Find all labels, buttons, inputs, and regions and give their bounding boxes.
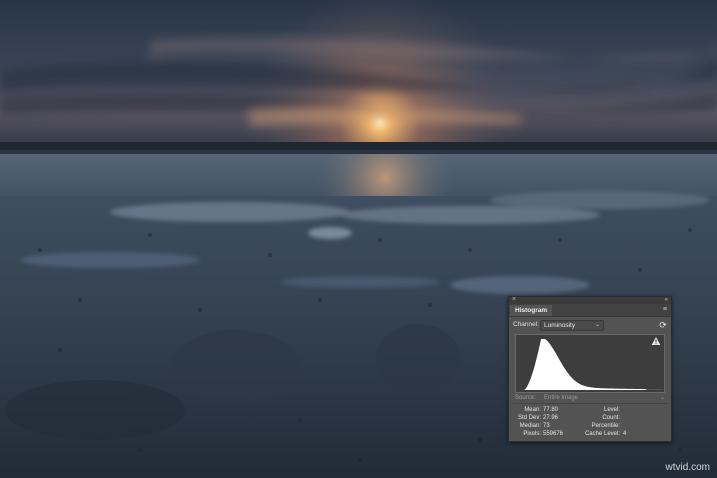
histogram-panel: × « Histogram ≡ Channel: Luminosity ⌄ ⟳ …	[508, 296, 672, 442]
stat-label: Median:	[519, 423, 541, 429]
channel-label: Channel:	[513, 321, 540, 328]
histogram-graph	[515, 334, 665, 393]
source-row: Source: Entire Image ⌄	[513, 395, 667, 403]
tab-histogram[interactable]: Histogram	[510, 305, 553, 316]
stat-label: Level:	[603, 407, 620, 413]
refresh-icon[interactable]: ⟳	[658, 320, 668, 330]
stat-value: 27.96	[543, 415, 559, 421]
source-label: Source:	[515, 395, 536, 401]
chevron-down-icon: ⌄	[594, 322, 600, 328]
stat-label: Std Dev:	[517, 415, 541, 421]
histogram-plot	[517, 339, 663, 390]
channel-select[interactable]: Luminosity ⌄	[540, 320, 604, 331]
divider	[513, 403, 667, 404]
stat-value: 559676	[543, 431, 564, 437]
stat-value: 73	[543, 423, 550, 429]
stat-value: 4	[623, 431, 627, 437]
histogram-shape	[517, 339, 663, 390]
stat-label: Count:	[602, 415, 620, 421]
channel-row: Channel: Luminosity ⌄ ⟳	[509, 318, 671, 332]
stat-label: Mean:	[524, 407, 541, 413]
chevron-down-icon[interactable]: ⌄	[660, 394, 665, 401]
watermark: wtvid.com	[665, 462, 710, 473]
channel-value: Luminosity	[544, 322, 576, 329]
panel-tab-row: Histogram ≡	[509, 304, 671, 317]
stat-label: Pixels:	[523, 431, 541, 437]
panel-titlebar[interactable]: × «	[509, 296, 671, 304]
source-value[interactable]: Entire Image	[544, 395, 578, 401]
menu-icon[interactable]: ≡	[663, 305, 667, 315]
stat-value: 77.80	[543, 407, 559, 413]
stat-label: Percentile:	[591, 423, 620, 429]
warning-icon[interactable]	[651, 336, 661, 346]
stat-label: Cache Level:	[584, 431, 620, 437]
